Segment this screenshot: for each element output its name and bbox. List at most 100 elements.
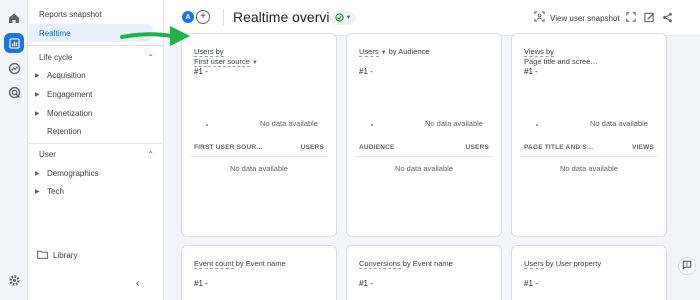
folder-icon	[37, 250, 48, 261]
check-circle-icon	[334, 9, 344, 27]
table-divider	[190, 156, 328, 157]
card-users-by-audience: Users ▼ by Audience #1 - No data availabl…	[346, 33, 502, 237]
dimension-selector[interactable]: Page title and scree…	[524, 57, 598, 66]
nav-divider	[28, 143, 164, 144]
collapse-nav-icon[interactable]: ‹	[136, 278, 139, 289]
sidebar-item-tech[interactable]: ▶ Tech	[28, 182, 164, 200]
annotation-arrow-icon	[120, 26, 190, 46]
card-title-suffix: by Audience	[388, 47, 430, 56]
chevron-up-icon: ⌃	[147, 52, 154, 62]
sidebar-item-label: Engagement	[47, 89, 93, 99]
dimension-selector[interactable]: First user source	[194, 57, 250, 67]
no-data-message: No data available	[395, 164, 453, 173]
metric-selector[interactable]: Conversions	[359, 259, 401, 269]
sidebar-item-label: Tech	[47, 186, 64, 196]
card-views-by-page-title: Views by Page title and scree… #1 - No d…	[511, 33, 667, 237]
dropdown-arrow-icon: ▼	[251, 60, 258, 66]
explore-icon[interactable]	[6, 60, 22, 76]
dropdown-arrow-icon: ▼	[380, 50, 387, 56]
column-header: VIEWS	[632, 144, 654, 151]
edit-icon[interactable]	[643, 11, 655, 23]
column-header: AUDIENCE	[359, 144, 395, 151]
sidebar-item-label: Retention	[47, 126, 82, 136]
sidebar-item-label: Library	[53, 250, 78, 260]
fullscreen-icon[interactable]	[625, 11, 637, 23]
chart-dot	[206, 124, 208, 126]
card-conversions-by-event-name: Conversions by Event name #1 -	[346, 245, 502, 300]
add-comparison-button[interactable]: +	[196, 10, 210, 24]
caret-right-icon: ▶	[35, 72, 40, 79]
page-header: A + Realtime overview ▼ View user snapsh…	[164, 0, 700, 36]
sidebar-item-label: Acquisition	[47, 70, 86, 80]
caret-right-icon: ▶	[35, 91, 40, 98]
card-users-by-first-user-source: Users by First user source ▼ #1 - No data…	[181, 33, 337, 237]
sidebar-item-demographics[interactable]: ▶ Demographics	[28, 164, 164, 182]
feedback-button[interactable]	[678, 257, 696, 275]
card-title-suffix: by Event name	[235, 259, 286, 268]
chart-dot	[536, 124, 538, 126]
section-user[interactable]: User ⌃	[28, 146, 164, 162]
advertising-icon[interactable]	[6, 84, 22, 100]
card-title[interactable]: Users by User property	[524, 259, 601, 269]
column-header: USERS	[465, 144, 489, 151]
card-title-prefix: Views by	[524, 47, 554, 57]
table-divider	[355, 156, 493, 157]
caret-right-icon: ▶	[35, 188, 40, 195]
sidebar-item-engagement[interactable]: ▶ Engagement	[28, 85, 164, 103]
column-header: USERS	[300, 144, 324, 151]
sidebar-item-retention[interactable]: Retention	[28, 122, 164, 140]
card-title[interactable]: Users by First user source ▼	[194, 47, 258, 68]
section-label: User	[39, 149, 56, 159]
sidebar-item-reports-snapshot[interactable]: Reports snapshot	[28, 5, 164, 23]
home-icon[interactable]	[6, 10, 22, 26]
table-divider	[520, 156, 658, 157]
top-rank: #1 -	[194, 67, 208, 76]
metric-selector[interactable]: Users	[524, 259, 544, 269]
card-title[interactable]: Conversions by Event name	[359, 259, 453, 269]
card-users-by-user-property: Users by User property #1 -	[511, 245, 667, 300]
chevron-up-icon: ⌃	[147, 149, 154, 159]
card-title[interactable]: Event count by Event name	[194, 259, 286, 269]
card-title[interactable]: Views by Page title and scree…	[524, 47, 598, 67]
share-icon[interactable]	[661, 11, 673, 23]
column-header: PAGE TITLE AND S…	[524, 144, 594, 151]
settings-icon[interactable]	[6, 272, 22, 288]
snapshot-label: View user snapshot	[550, 13, 620, 23]
top-rank: #1 -	[524, 67, 538, 76]
sidebar-item-monetization[interactable]: ▶ Monetization	[28, 104, 164, 122]
card-title-prefix: Users by	[194, 47, 224, 57]
card-event-count-by-event-name: Event count by Event name #1 -	[181, 245, 337, 300]
sidebar-item-library[interactable]: Library	[28, 246, 164, 264]
view-user-snapshot-button[interactable]: View user snapshot	[534, 10, 620, 26]
no-data-message: No data available	[425, 119, 483, 128]
top-rank: #1 -	[194, 279, 208, 288]
top-rank: #1 -	[359, 67, 373, 76]
metric-selector[interactable]: Event count	[194, 259, 234, 269]
sidebar-item-label: Demographics	[47, 168, 99, 178]
sidebar-item-acquisition[interactable]: ▶ Acquisition	[28, 66, 164, 84]
metric-selector[interactable]: Users	[359, 47, 379, 57]
feedback-icon	[682, 257, 692, 275]
sidebar-item-label: Reports snapshot	[39, 9, 102, 19]
no-data-message: No data available	[560, 164, 618, 173]
header-divider	[223, 9, 224, 26]
caret-right-icon: ▶	[35, 110, 40, 117]
sidebar-item-label: Monetization	[47, 108, 93, 118]
sidebar-item-label: Realtime	[39, 28, 71, 38]
nav-rail	[0, 0, 28, 300]
card-title-suffix: by User property	[545, 259, 602, 268]
reports-icon[interactable]	[4, 33, 24, 53]
top-rank: #1 -	[524, 279, 538, 288]
comparison-avatar[interactable]: A	[182, 11, 194, 23]
chart-dot	[371, 124, 373, 126]
card-title-suffix: by Event name	[402, 259, 453, 268]
column-header: FIRST USER SOUR…	[194, 144, 263, 151]
dropdown-arrow-icon: ▼	[345, 15, 352, 21]
top-rank: #1 -	[359, 279, 373, 288]
caret-right-icon: ▶	[35, 170, 40, 177]
card-title[interactable]: Users ▼ by Audience	[359, 47, 430, 58]
snapshot-icon	[534, 9, 545, 27]
no-data-message: No data available	[260, 119, 318, 128]
status-dropdown[interactable]: ▼	[330, 11, 356, 25]
no-data-message: No data available	[230, 164, 288, 173]
